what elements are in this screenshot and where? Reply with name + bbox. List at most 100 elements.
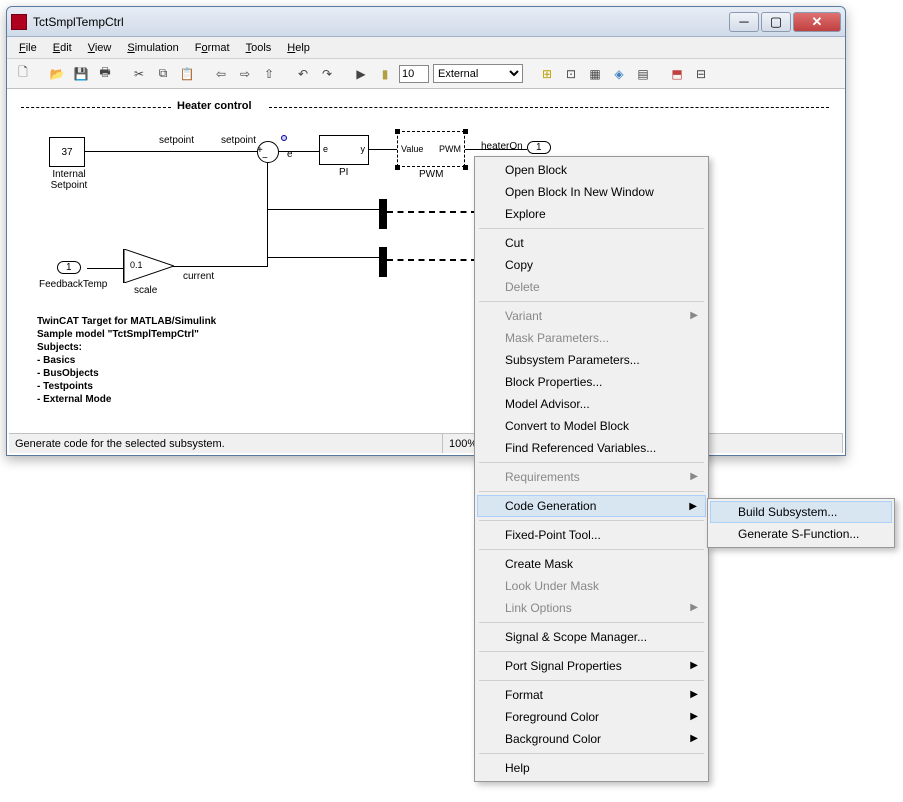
minimize-button[interactable]: ─ <box>729 12 759 32</box>
ctx-foreground[interactable]: Foreground Color▶ <box>477 706 706 728</box>
menu-format[interactable]: Format <box>187 40 238 56</box>
ctx-port-signal[interactable]: Port Signal Properties▶ <box>477 655 706 677</box>
sim-time-input[interactable] <box>399 65 429 83</box>
maximize-button[interactable]: ▢ <box>761 12 791 32</box>
sp-label-1: setpoint <box>159 135 194 146</box>
close-button[interactable]: ✕ <box>793 12 841 32</box>
pwm-block[interactable]: Value PWM <box>397 131 465 167</box>
ctx-link-options: Link Options▶ <box>477 597 706 619</box>
toolbar: 🗋 📂 💾 🖶 ✂ ⧉ 📋 ⇦ ⇨ ⇧ ↶ ↷ ▶ ▮ External ⊞ ⊡… <box>7 59 845 89</box>
menu-tools[interactable]: Tools <box>238 40 280 56</box>
stop-icon[interactable]: ▮ <box>375 64 395 84</box>
wire <box>387 259 477 261</box>
ctx-find-refs[interactable]: Find Referenced Variables... <box>477 437 706 459</box>
sim-mode-select[interactable]: External <box>433 64 523 83</box>
redo-icon[interactable]: ↷ <box>317 64 337 84</box>
copy-icon[interactable]: ⧉ <box>153 64 173 84</box>
tb-icon-5[interactable]: ▤ <box>633 64 653 84</box>
ctx-code-generation[interactable]: Code Generation▶ <box>477 495 706 517</box>
ctx-signal-scope[interactable]: Signal & Scope Manager... <box>477 626 706 648</box>
wire <box>279 151 319 152</box>
gain-label: scale <box>134 285 157 296</box>
constant-block[interactable]: 37 <box>49 137 85 167</box>
wire <box>465 149 527 150</box>
inport-1[interactable]: 1 <box>57 261 81 274</box>
tb-icon-6[interactable]: ⬒ <box>667 64 687 84</box>
heater-on-label: heaterOn <box>481 141 523 152</box>
save-icon[interactable]: 💾 <box>71 64 91 84</box>
sub-build-subsystem[interactable]: Build Subsystem... <box>710 501 892 523</box>
feedback-label: FeedbackTemp <box>39 279 107 290</box>
ctx-look-under-mask: Look Under Mask <box>477 575 706 597</box>
wire <box>387 211 477 213</box>
menu-view[interactable]: View <box>80 40 120 56</box>
paste-icon[interactable]: 📋 <box>177 64 197 84</box>
wire <box>267 257 379 258</box>
window-title: TctSmplTempCtrl <box>33 15 727 29</box>
menu-edit[interactable]: Edit <box>45 40 80 56</box>
wire <box>85 151 257 152</box>
ctx-open-new-window[interactable]: Open Block In New Window <box>477 181 706 203</box>
sub-generate-sfunction[interactable]: Generate S-Function... <box>710 523 892 545</box>
section-dash-left <box>21 107 171 108</box>
menu-help[interactable]: Help <box>279 40 318 56</box>
sum-block[interactable]: + − <box>257 141 279 163</box>
main-window: TctSmplTempCtrl ─ ▢ ✕ File Edit View Sim… <box>6 6 846 456</box>
menu-simulation[interactable]: Simulation <box>119 40 186 56</box>
wire <box>267 163 268 267</box>
section-title: Heater control <box>177 100 252 112</box>
constant-label: Internal Setpoint <box>49 169 89 191</box>
tb-icon-7[interactable]: ⊟ <box>691 64 711 84</box>
wire <box>267 209 379 210</box>
undo-icon[interactable]: ↶ <box>293 64 313 84</box>
ctx-block-props[interactable]: Block Properties... <box>477 371 706 393</box>
tb-icon-1[interactable]: ⊞ <box>537 64 557 84</box>
ctx-fixed-point[interactable]: Fixed-Point Tool... <box>477 524 706 546</box>
outport-1[interactable]: 1 <box>527 141 551 154</box>
mux-block-1[interactable] <box>379 199 387 229</box>
ctx-open-block[interactable]: Open Block <box>477 159 706 181</box>
app-icon <box>11 14 27 30</box>
fwd-icon[interactable]: ⇨ <box>235 64 255 84</box>
ctx-requirements: Requirements▶ <box>477 466 706 488</box>
titlebar[interactable]: TctSmplTempCtrl ─ ▢ ✕ <box>7 7 845 37</box>
gain-block[interactable]: 0.1 <box>123 249 173 283</box>
back-icon[interactable]: ⇦ <box>211 64 231 84</box>
menubar: File Edit View Simulation Format Tools H… <box>7 37 845 59</box>
status-message: Generate code for the selected subsystem… <box>9 434 443 453</box>
ctx-background[interactable]: Background Color▶ <box>477 728 706 750</box>
wire <box>369 149 397 150</box>
tb-icon-4[interactable]: ◈ <box>609 64 629 84</box>
ctx-delete: Delete <box>477 276 706 298</box>
open-icon[interactable]: 📂 <box>47 64 67 84</box>
ctx-variant: Variant▶ <box>477 305 706 327</box>
ctx-copy[interactable]: Copy <box>477 254 706 276</box>
ctx-convert-model[interactable]: Convert to Model Block <box>477 415 706 437</box>
ctx-help[interactable]: Help <box>477 757 706 779</box>
testpoint-icon <box>281 135 287 141</box>
ctx-explore[interactable]: Explore <box>477 203 706 225</box>
menu-file[interactable]: File <box>11 40 45 56</box>
context-menu: Open Block Open Block In New Window Expl… <box>474 156 709 782</box>
pi-block[interactable]: e y <box>319 135 369 165</box>
tb-icon-2[interactable]: ⊡ <box>561 64 581 84</box>
wire <box>173 266 267 267</box>
ctx-cut[interactable]: Cut <box>477 232 706 254</box>
up-icon[interactable]: ⇧ <box>259 64 279 84</box>
ctx-model-advisor[interactable]: Model Advisor... <box>477 393 706 415</box>
pwm-label: PWM <box>419 169 443 180</box>
model-canvas[interactable]: Heater control 37 Internal Setpoint setp… <box>9 91 843 433</box>
wire <box>87 268 123 269</box>
new-icon[interactable]: 🗋 <box>13 64 33 84</box>
ctx-create-mask[interactable]: Create Mask <box>477 553 706 575</box>
mux-block-2[interactable] <box>379 247 387 277</box>
tb-icon-3[interactable]: ▦ <box>585 64 605 84</box>
cut-icon[interactable]: ✂ <box>129 64 149 84</box>
ctx-subsystem-params[interactable]: Subsystem Parameters... <box>477 349 706 371</box>
sp-label-2: setpoint <box>221 135 256 146</box>
play-icon[interactable]: ▶ <box>351 64 371 84</box>
ctx-format[interactable]: Format▶ <box>477 684 706 706</box>
current-label: current <box>183 271 214 282</box>
print-icon[interactable]: 🖶 <box>95 64 115 84</box>
pi-label: PI <box>339 167 348 178</box>
